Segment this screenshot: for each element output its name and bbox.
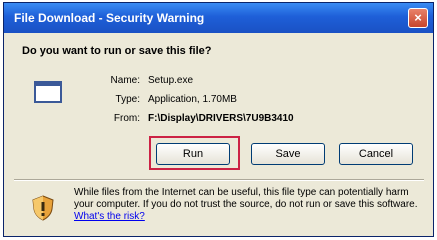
- dialog-title: File Download - Security Warning: [14, 11, 205, 25]
- from-value: F:\Display\DRIVERS\7U9B3410: [148, 113, 294, 124]
- from-label: From:: [113, 113, 140, 124]
- file-type-row: Type: Application, 1.70MB: [84, 94, 237, 105]
- cancel-button[interactable]: Cancel: [339, 143, 413, 165]
- type-label: Type:: [115, 94, 140, 105]
- file-icon: [34, 81, 62, 103]
- name-value: Setup.exe: [148, 75, 194, 86]
- run-button[interactable]: Run: [156, 143, 230, 165]
- shield-warning-icon: [32, 195, 54, 221]
- warning-text: While files from the Internet can be use…: [74, 187, 418, 210]
- name-label: Name:: [110, 75, 140, 86]
- divider: [14, 179, 424, 181]
- prompt-question: Do you want to run or save this file?: [22, 45, 212, 57]
- warning-message: While files from the Internet can be use…: [74, 187, 419, 223]
- type-value: Application, 1.70MB: [148, 94, 237, 105]
- risk-link[interactable]: What's the risk?: [74, 211, 145, 222]
- file-from-row: From: F:\Display\DRIVERS\7U9B3410: [84, 113, 294, 124]
- close-icon[interactable]: ×: [408, 8, 428, 28]
- save-button[interactable]: Save: [251, 143, 325, 165]
- title-bar: File Download - Security Warning ×: [4, 3, 433, 33]
- security-warning-dialog: File Download - Security Warning × Do yo…: [3, 2, 434, 237]
- file-name-row: Name: Setup.exe: [84, 75, 194, 86]
